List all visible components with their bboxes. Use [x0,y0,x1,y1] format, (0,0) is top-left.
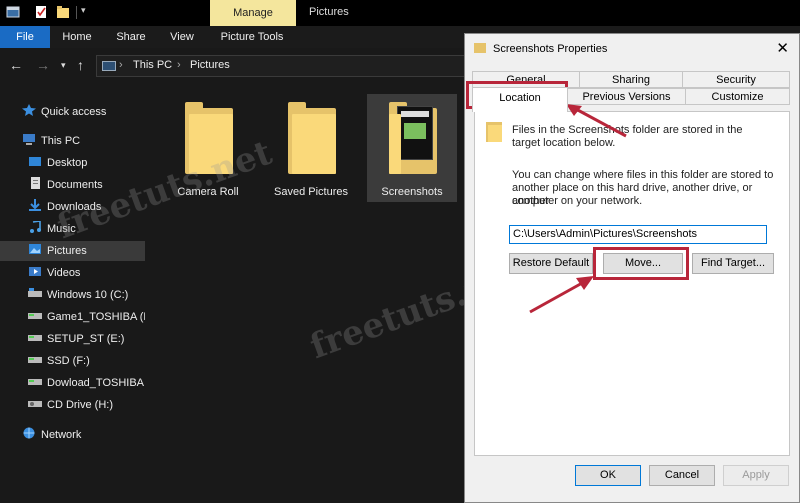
change-text-line: computer on your network. [512,195,643,207]
breadcrumb-this-pc[interactable]: This PC [133,59,172,71]
close-icon[interactable]: ✕ [776,39,789,57]
tab-location[interactable]: Location [472,87,568,112]
sidebar-item-this-pc[interactable]: This PC [22,131,80,151]
sidebar-item-label: Windows 10 (C:) [47,289,129,301]
folder-screenshots[interactable]: Screenshots [367,94,457,202]
desktop-icon [28,154,42,166]
dialog-title: Screenshots Properties [493,43,608,55]
sidebar-item-label: Documents [47,179,103,191]
drive-icon [28,308,42,319]
sidebar-item-label: SSD (F:) [47,355,90,367]
sidebar-item-label: CD Drive (H:) [47,399,113,411]
drive-icon [28,374,42,385]
sidebar-item-videos[interactable]: Videos [28,263,80,283]
music-icon [28,220,42,233]
customize-quick-access-icon[interactable]: ▾ [81,5,86,16]
folder-label: Saved Pictures [274,186,348,198]
sidebar-item-drive-c[interactable]: Windows 10 (C:) [28,285,128,305]
drive-icon [28,286,42,297]
back-arrow-icon[interactable]: ← [9,57,23,73]
breadcrumb-chevron-icon[interactable]: › [119,59,123,71]
pointer-arrow-move [529,276,594,314]
up-arrow-icon[interactable]: ↑ [77,57,84,73]
sidebar-item-label: Desktop [47,157,88,169]
this-pc-icon [102,61,116,71]
folder-saved-pictures[interactable]: Saved Pictures [266,94,356,202]
address-bar[interactable]: › This PC › Pictures [96,55,476,77]
sidebar-item-label: SETUP_ST (E:) [47,333,125,345]
cancel-button[interactable]: Cancel [649,465,715,486]
computer-icon [22,132,36,145]
drive-icon [28,330,42,341]
folder-icon [474,43,486,53]
downloads-icon [28,198,42,211]
sidebar-item-drive-f[interactable]: SSD (F:) [28,351,90,371]
new-folder-icon[interactable] [56,5,70,19]
navigation-pane: Quick access This PC Desktop Documents D… [0,84,145,503]
properties-icon[interactable] [34,5,48,19]
ok-button[interactable]: OK [575,465,641,486]
tab-share[interactable]: Share [108,26,154,48]
forward-arrow-icon[interactable]: → [36,57,50,73]
star-icon [22,103,36,116]
sidebar-item-label: Game1_TOSHIBA (D [47,311,145,323]
folder-icon [486,120,502,142]
sidebar-item-network[interactable]: Network [22,425,81,445]
sidebar-item-label: Dowload_TOSHIBA [47,377,145,389]
screenshot-thumbnail [397,106,433,160]
sidebar-item-label: Videos [47,267,81,279]
tab-view[interactable]: View [160,26,204,48]
tab-picture-tools[interactable]: Picture Tools [212,26,292,48]
sidebar-item-drive-g[interactable]: Dowload_TOSHIBA [28,373,144,393]
tab-customize[interactable]: Customize [685,88,790,105]
videos-icon [28,264,42,276]
window-title: Pictures [309,6,349,18]
sidebar-item-label: Network [41,429,82,441]
sidebar-item-label: Quick access [41,106,107,118]
sidebar-item-drive-h[interactable]: CD Drive (H:) [28,395,113,415]
sidebar-item-label: This PC [41,135,81,147]
cd-drive-icon [28,396,42,407]
folder-icon [288,102,336,174]
documents-icon [28,176,42,189]
location-panel: Files in the Screenshots folder are stor… [474,111,790,456]
find-target-button[interactable]: Find Target... [692,253,774,274]
title-bar: ▾ Manage Pictures [0,0,800,26]
breadcrumb-pictures[interactable]: Pictures [190,59,230,71]
pointer-arrow-location [566,104,627,138]
recent-locations-icon[interactable]: ▾ [61,60,66,71]
apply-button[interactable]: Apply [723,465,789,486]
sidebar-item-drive-e[interactable]: SETUP_ST (E:) [28,329,124,349]
window-icon [6,6,20,18]
tab-security[interactable]: Security [682,71,790,88]
tab-manage[interactable]: Manage [210,0,296,26]
sidebar-item-desktop[interactable]: Desktop [28,153,87,173]
sidebar-item-documents[interactable]: Documents [28,175,103,195]
move-button-highlight [593,247,689,280]
sidebar-item-drive-d[interactable]: Game1_TOSHIBA (D [28,307,145,327]
tab-home[interactable]: Home [54,26,100,48]
folder-label: Screenshots [381,186,443,198]
folder-icon [389,102,437,174]
restore-default-button[interactable]: Restore Default [509,253,593,274]
sidebar-item-quick-access[interactable]: Quick access [22,102,106,122]
pictures-icon [28,242,42,254]
change-text-line: You can change where files in this folde… [512,169,774,181]
target-path-field[interactable]: C:\Users\Admin\Pictures\Screenshots [509,225,767,244]
tab-file[interactable]: File [0,26,50,48]
tab-sharing[interactable]: Sharing [579,71,683,88]
breadcrumb-chevron-icon[interactable]: › [177,59,181,71]
title-separator [76,6,77,19]
network-icon [22,426,36,439]
drive-icon [28,352,42,363]
